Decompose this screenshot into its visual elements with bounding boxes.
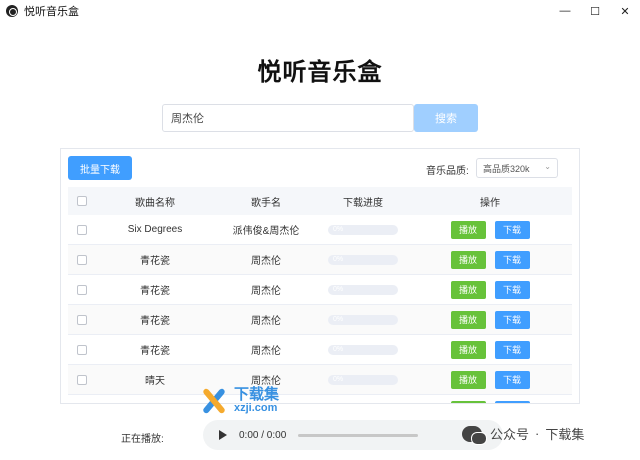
- download-progress-text: 0%: [333, 285, 344, 293]
- download-progress-text: 0%: [333, 315, 344, 323]
- table-row: 晴天 周杰伦 0% 播放 下载: [68, 365, 572, 395]
- close-icon: ✕: [620, 5, 630, 18]
- play-button[interactable]: 播放: [450, 370, 486, 389]
- chevron-down-icon: ⌄: [544, 162, 551, 171]
- download-button[interactable]: 下载: [494, 250, 530, 269]
- song-name: 青花瓷: [140, 316, 170, 327]
- table-body: Six Degrees 派伟俊&周杰伦 0% 播放 下载 青花瓷 周杰伦 0% 播放 下载 青花瓷周…: [68, 215, 572, 403]
- song-name: 青花瓷: [140, 256, 170, 267]
- download-progress: 0%: [328, 314, 398, 325]
- download-button[interactable]: 下载: [494, 370, 530, 389]
- quality-label: 音乐品质:: [426, 166, 469, 177]
- page-title: 悦听音乐盒: [257, 59, 383, 86]
- column-header-actions: 操作: [480, 197, 500, 209]
- site-logo-icon: [196, 386, 232, 416]
- title-bar: 悦听音乐盒 — ☐ ✕: [0, 0, 640, 22]
- song-name: 青花瓷: [140, 286, 170, 297]
- download-progress: 0%: [328, 254, 398, 265]
- window-title: 悦听音乐盒: [24, 6, 79, 18]
- minimize-icon: —: [559, 5, 571, 17]
- watermark-wechat: 公众号 · 下载集: [462, 424, 585, 445]
- maximize-button[interactable]: ☐: [580, 0, 610, 22]
- play-button[interactable]: 播放: [450, 310, 486, 329]
- batch-download-button[interactable]: 批量下载: [68, 156, 132, 180]
- download-progress: 0%: [328, 374, 398, 385]
- row-checkbox[interactable]: [77, 374, 87, 385]
- audio-seek-bar[interactable]: [298, 433, 419, 437]
- song-name: 青花瓷: [140, 346, 170, 357]
- download-progress: 0%: [328, 344, 398, 355]
- audio-time: 0:00 / 0:00: [239, 429, 287, 441]
- row-checkbox[interactable]: [77, 254, 87, 265]
- quality-selected-value: 高品质320k: [483, 163, 530, 174]
- select-all-checkbox[interactable]: [77, 196, 87, 206]
- play-button[interactable]: 播放: [450, 250, 486, 269]
- results-panel: 批量下载 音乐品质: 高品质320k ⌄ 歌曲名称 歌手名 下载进度 操作 Si…: [60, 148, 580, 404]
- app-logo-icon: [6, 5, 18, 17]
- table-row: Six Degrees 派伟俊&周杰伦 0% 播放 下载: [68, 215, 572, 245]
- now-playing-label: 正在播放:: [121, 434, 164, 445]
- search-input[interactable]: [162, 104, 414, 132]
- artist-name: 周杰伦: [251, 286, 281, 297]
- play-button[interactable]: 播放: [450, 340, 486, 359]
- row-checkbox[interactable]: [77, 224, 87, 235]
- download-progress-text: 0%: [333, 345, 344, 353]
- download-progress: 0%: [328, 284, 398, 295]
- row-checkbox[interactable]: [77, 344, 87, 355]
- row-checkbox[interactable]: [77, 284, 87, 295]
- song-table: 歌曲名称 歌手名 下载进度 操作 Six Degrees 派伟俊&周杰伦 0% 播放下…: [68, 187, 572, 403]
- download-button[interactable]: 下载: [494, 340, 530, 359]
- audio-player[interactable]: 0:00 / 0:00: [203, 420, 503, 450]
- watermark-logo: 下载集 xzji.com: [196, 386, 279, 416]
- row-checkbox[interactable]: [77, 314, 87, 325]
- minimize-button[interactable]: —: [550, 0, 580, 22]
- table-row: 青花瓷 周杰伦 0% 播放 下载: [68, 245, 572, 275]
- artist-name: 周杰伦: [251, 316, 281, 327]
- wechat-text: 公众号: [490, 427, 530, 442]
- column-header-name: 歌曲名称: [135, 197, 175, 209]
- column-header-artist: 歌手名: [251, 197, 281, 209]
- download-button[interactable]: 下载: [494, 400, 530, 403]
- watermark-site-url: xzji.com: [234, 402, 278, 414]
- maximize-icon: ☐: [590, 5, 600, 18]
- window-controls: — ☐ ✕: [550, 0, 640, 22]
- quality-select[interactable]: 高品质320k ⌄: [476, 158, 558, 178]
- download-progress: 0%: [328, 224, 398, 235]
- table-row: 青花瓷 周杰伦 0% 播放 下载: [68, 305, 572, 335]
- play-button[interactable]: 播放: [450, 220, 486, 239]
- download-button[interactable]: 下载: [494, 280, 530, 299]
- download-button[interactable]: 下载: [494, 220, 530, 239]
- artist-name: 派伟俊&周杰伦: [232, 226, 300, 237]
- artist-name: 周杰伦: [251, 376, 281, 387]
- column-header-progress: 下载进度: [343, 197, 383, 209]
- wechat-separator: ·: [535, 426, 540, 441]
- download-progress-text: 0%: [333, 255, 344, 263]
- wechat-icon: [462, 425, 487, 445]
- download-button[interactable]: 下载: [494, 310, 530, 329]
- table-header: 歌曲名称 歌手名 下载进度 操作: [68, 187, 572, 215]
- song-name: 晴天: [145, 376, 165, 387]
- play-button[interactable]: 播放: [450, 280, 486, 299]
- play-button[interactable]: 播放: [450, 400, 486, 403]
- table-row: 青花瓷 周杰伦 0% 播放 下载: [68, 275, 572, 305]
- table-row: 周杰伦0%播放下载: [68, 395, 572, 403]
- search-button[interactable]: 搜索: [414, 104, 478, 132]
- close-button[interactable]: ✕: [610, 0, 640, 22]
- watermark-site-name: 下载集: [234, 386, 280, 403]
- song-name: Six Degrees: [127, 224, 183, 235]
- table-row: 青花瓷 周杰伦 0% 播放 下载: [68, 335, 572, 365]
- artist-name: 周杰伦: [251, 346, 281, 357]
- play-icon[interactable]: [219, 430, 227, 440]
- download-progress-text: 0%: [333, 375, 344, 383]
- artist-name: 周杰伦: [251, 256, 281, 267]
- wechat-name: 下载集: [545, 427, 585, 442]
- download-progress-text: 0%: [333, 225, 344, 233]
